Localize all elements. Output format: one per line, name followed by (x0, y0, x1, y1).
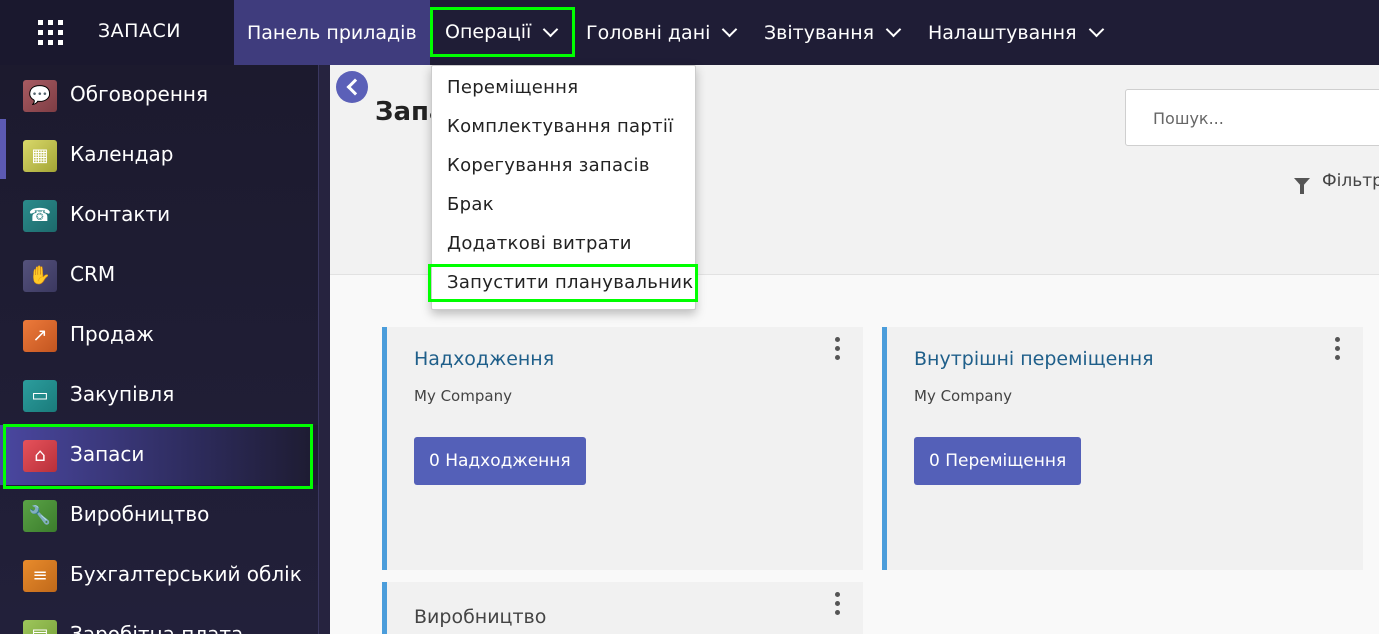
highlight-frame-scheduler (428, 264, 698, 302)
menu-item-transfers[interactable]: Переміщення (447, 77, 578, 98)
menu-item-inventory-adjustments[interactable]: Корегування запасів (447, 155, 650, 176)
menu-dashboard[interactable]: Панель приладів (234, 0, 430, 65)
chevron-down-icon (1088, 21, 1104, 38)
chevron-down-icon (885, 21, 902, 38)
transfers-button[interactable]: 0 Переміщення (914, 437, 1082, 485)
app-brand: ЗАПАСИ (0, 0, 234, 65)
sidebar-item-discuss[interactable]: 💬 Обговорення (0, 65, 318, 125)
sidebar-item-label: Виробництво (70, 502, 210, 526)
card-title[interactable]: Виробництво (414, 606, 546, 628)
sidebar-item-label: Продаж (70, 322, 155, 346)
kebab-menu-icon[interactable] (835, 337, 841, 363)
credit-card-icon: ▭ (23, 380, 57, 412)
app-grid-icon[interactable] (38, 20, 63, 45)
sidebar-item-label: Контакти (70, 202, 171, 226)
menu-item-batch-picking[interactable]: Комплектування партії (447, 116, 673, 137)
menu-settings[interactable]: Налаштування (928, 0, 1104, 65)
contacts-icon: ☎ (23, 200, 57, 232)
card-manufacturing: Виробництво (382, 582, 863, 634)
receipts-button[interactable]: 0 Надходження (414, 437, 586, 485)
card-receipts: Надходження My Company 0 Надходження (382, 327, 863, 570)
search-input[interactable]: Пошук... (1125, 89, 1379, 146)
sidebar-item-payroll[interactable]: ▤ Заробітна плата (0, 605, 318, 634)
sidebar-item-calendar[interactable]: ▦ Календар (0, 125, 318, 185)
sidebar-item-label: CRM (70, 262, 116, 286)
chat-icon: 💬 (23, 80, 57, 112)
sidebar-item-label: Бухгалтерський облік (70, 562, 302, 586)
filters-label: Фільтри (1322, 171, 1379, 191)
menu-dashboard-label: Панель приладів (247, 21, 417, 44)
filters-button[interactable]: Фільтри (1294, 171, 1379, 194)
sidebar-item-accounting[interactable]: ≡ Бухгалтерський облік (0, 545, 318, 605)
card-title[interactable]: Надходження (414, 348, 554, 370)
payroll-icon: ▤ (23, 620, 57, 634)
menu-master-data-label: Головні дані (586, 21, 711, 44)
sales-chart-icon: ↗ (23, 320, 57, 352)
calendar-icon: ▦ (23, 140, 57, 172)
app-title[interactable]: ЗАПАСИ (98, 20, 181, 42)
menu-settings-label: Налаштування (928, 21, 1077, 44)
sidebar-divider (318, 65, 330, 634)
highlight-frame-sidebar (3, 424, 313, 489)
back-arrow-icon[interactable] (336, 71, 368, 103)
menu-master-data[interactable]: Головні дані (586, 0, 738, 65)
card-internal-transfers: Внутрішні переміщення My Company 0 Перем… (882, 327, 1363, 570)
sidebar-item-manufacturing[interactable]: 🔧 Виробництво (0, 485, 318, 545)
menu-item-scrap[interactable]: Брак (447, 194, 494, 215)
document-icon: ≡ (23, 560, 57, 592)
card-title[interactable]: Внутрішні переміщення (914, 348, 1154, 370)
chevron-down-icon (542, 21, 559, 37)
handshake-icon: ✋ (23, 260, 57, 292)
search-placeholder: Пошук... (1153, 109, 1224, 128)
sidebar-item-purchase[interactable]: ▭ Закупівля (0, 365, 318, 425)
filter-icon (1294, 178, 1310, 194)
kebab-menu-icon[interactable] (835, 592, 841, 618)
menu-item-landed-costs[interactable]: Додаткові витрати (447, 233, 632, 254)
sidebar-item-label: Календар (70, 142, 174, 166)
sidebar-item-sales[interactable]: ↗ Продаж (0, 305, 318, 365)
menu-reporting-label: Звітування (764, 21, 875, 44)
sidebar-item-contacts[interactable]: ☎ Контакти (0, 185, 318, 245)
menu-reporting[interactable]: Звітування (764, 0, 902, 65)
sidebar-item-crm[interactable]: ✋ CRM (0, 245, 318, 305)
chevron-down-icon (722, 21, 738, 38)
wrench-icon: 🔧 (23, 500, 57, 532)
top-navbar: ЗАПАСИ Панель приладів Операції Головні … (0, 0, 1379, 65)
sidebar-item-label: Обговорення (70, 82, 209, 106)
menu-operations[interactable]: Операції (430, 7, 575, 57)
sidebar-item-label: Заробітна плата (70, 622, 244, 634)
card-company: My Company (914, 387, 1012, 405)
card-company: My Company (414, 387, 512, 405)
menu-operations-label: Операції (445, 21, 532, 43)
sidebar-item-label: Закупівля (70, 382, 175, 406)
kebab-menu-icon[interactable] (1335, 337, 1341, 363)
